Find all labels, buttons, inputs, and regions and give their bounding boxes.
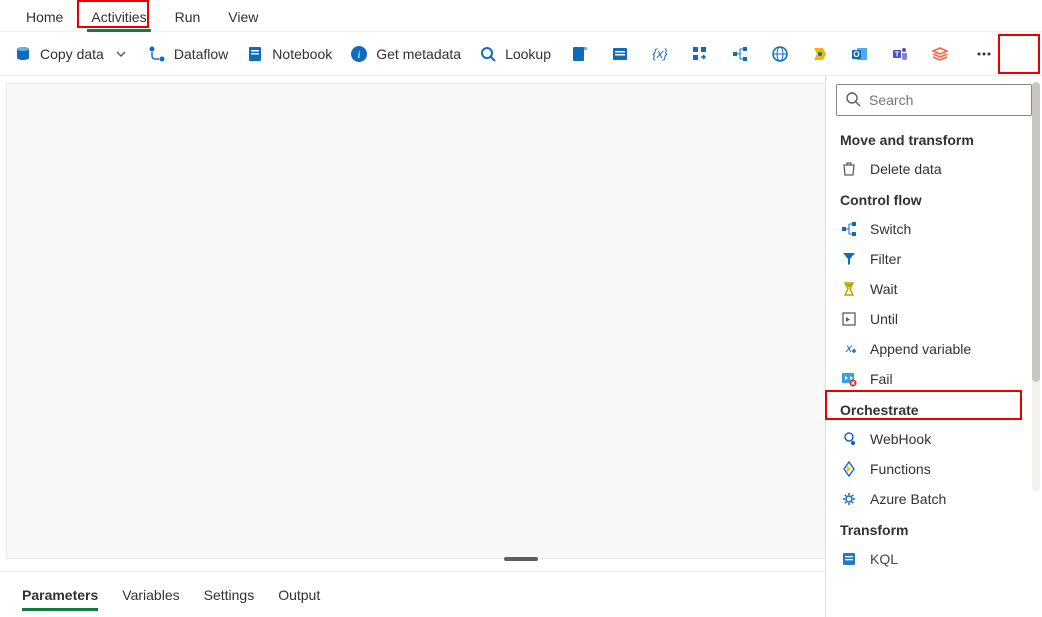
get-metadata-label: Get metadata [376, 46, 461, 62]
kql-icon [840, 550, 858, 568]
item-label: Until [870, 311, 898, 327]
svg-text:O: O [853, 50, 859, 59]
web-button[interactable] [769, 45, 791, 63]
tab-parameters[interactable]: Parameters [22, 577, 98, 613]
item-label: Filter [870, 251, 901, 267]
svg-text:{x}: {x} [652, 46, 668, 61]
databricks-icon [931, 45, 949, 63]
dataflow-button[interactable]: Dataflow [148, 45, 228, 63]
foreach-button[interactable] [689, 45, 711, 63]
tab-output[interactable]: Output [278, 577, 320, 613]
dropdown-scrollbar[interactable] [1032, 82, 1040, 492]
search-box[interactable] [836, 84, 1032, 116]
stored-procedure-icon [611, 45, 629, 63]
variable-icon: {x} [651, 45, 669, 63]
teams-icon: T [891, 45, 909, 63]
dataflow-icon [148, 45, 166, 63]
office365-button[interactable]: O [849, 45, 871, 63]
item-label: Delete data [870, 161, 942, 177]
notebook-label: Notebook [272, 46, 332, 62]
info-icon: i [350, 45, 368, 63]
activities-dropdown: Move and transform Delete data Control f… [825, 76, 1042, 617]
invoke-pipeline-icon [811, 45, 829, 63]
item-label: Wait [870, 281, 897, 297]
svg-text:i: i [358, 49, 361, 61]
scrollbar-thumb[interactable] [1032, 82, 1040, 382]
activities-toolbar: Copy data Dataflow Notebook i Get metada… [0, 32, 1042, 76]
functions-icon [840, 460, 858, 478]
item-label: Append variable [870, 341, 971, 357]
group-control-flow: Control flow [826, 184, 1042, 214]
group-transform: Transform [826, 514, 1042, 544]
if-button[interactable] [729, 45, 751, 63]
item-label: Fail [870, 371, 893, 387]
search-input[interactable] [869, 92, 1023, 108]
invoke-pipeline-button[interactable] [809, 45, 831, 63]
more-button[interactable] [973, 45, 995, 63]
lookup-icon [479, 45, 497, 63]
if-icon [731, 45, 749, 63]
lookup-button[interactable]: Lookup [479, 45, 551, 63]
tab-run[interactable]: Run [161, 3, 215, 31]
copy-data-button[interactable]: Copy data [14, 45, 130, 63]
script-icon [571, 45, 589, 63]
filter-icon [840, 250, 858, 268]
tab-activities[interactable]: Activities [77, 3, 160, 31]
gear-icon [840, 490, 858, 508]
item-label: Azure Batch [870, 491, 946, 507]
panel-resize-handle[interactable] [504, 557, 538, 561]
stored-procedure-button[interactable] [609, 45, 631, 63]
set-variable-button[interactable]: {x} [649, 45, 671, 63]
item-filter[interactable]: Filter [826, 244, 1042, 274]
item-label: KQL [870, 551, 898, 567]
item-switch[interactable]: Switch [826, 214, 1042, 244]
svg-text:T: T [895, 51, 900, 58]
item-label: Functions [870, 461, 931, 477]
item-webhook[interactable]: WebHook [826, 424, 1042, 454]
tab-settings[interactable]: Settings [204, 577, 255, 613]
append-variable-icon: x [840, 340, 858, 358]
svg-text:x: x [845, 341, 853, 355]
tab-view[interactable]: View [214, 3, 272, 31]
item-label: WebHook [870, 431, 931, 447]
outlook-icon: O [851, 45, 869, 63]
fail-icon [840, 370, 858, 388]
web-icon [771, 45, 789, 63]
lookup-label: Lookup [505, 46, 551, 62]
get-metadata-button[interactable]: i Get metadata [350, 45, 461, 63]
copy-data-icon [14, 45, 32, 63]
item-append-variable[interactable]: x Append variable [826, 334, 1042, 364]
notebook-button[interactable]: Notebook [246, 45, 332, 63]
item-functions[interactable]: Functions [826, 454, 1042, 484]
trash-icon [840, 160, 858, 178]
tab-home[interactable]: Home [12, 3, 77, 31]
item-delete-data[interactable]: Delete data [826, 154, 1042, 184]
notebook-icon [246, 45, 264, 63]
foreach-icon [691, 45, 709, 63]
switch-icon [840, 220, 858, 238]
search-icon [845, 91, 861, 110]
item-label: Switch [870, 221, 911, 237]
webhook-icon [840, 430, 858, 448]
script-button[interactable] [569, 45, 591, 63]
teams-button[interactable]: T [889, 45, 911, 63]
chevron-down-icon [112, 45, 130, 63]
top-tabs: Home Activities Run View [0, 0, 1042, 32]
group-move-transform: Move and transform [826, 124, 1042, 154]
until-icon [840, 310, 858, 328]
dataflow-label: Dataflow [174, 46, 228, 62]
databricks-button[interactable] [929, 45, 951, 63]
item-kql[interactable]: KQL [826, 544, 1042, 574]
group-orchestrate: Orchestrate [826, 394, 1042, 424]
item-fail[interactable]: Fail [826, 364, 1042, 394]
item-azure-batch[interactable]: Azure Batch [826, 484, 1042, 514]
tab-variables[interactable]: Variables [122, 577, 179, 613]
item-until[interactable]: Until [826, 304, 1042, 334]
ellipsis-icon [975, 45, 993, 63]
hourglass-icon [840, 280, 858, 298]
item-wait[interactable]: Wait [826, 274, 1042, 304]
copy-data-label: Copy data [40, 46, 104, 62]
